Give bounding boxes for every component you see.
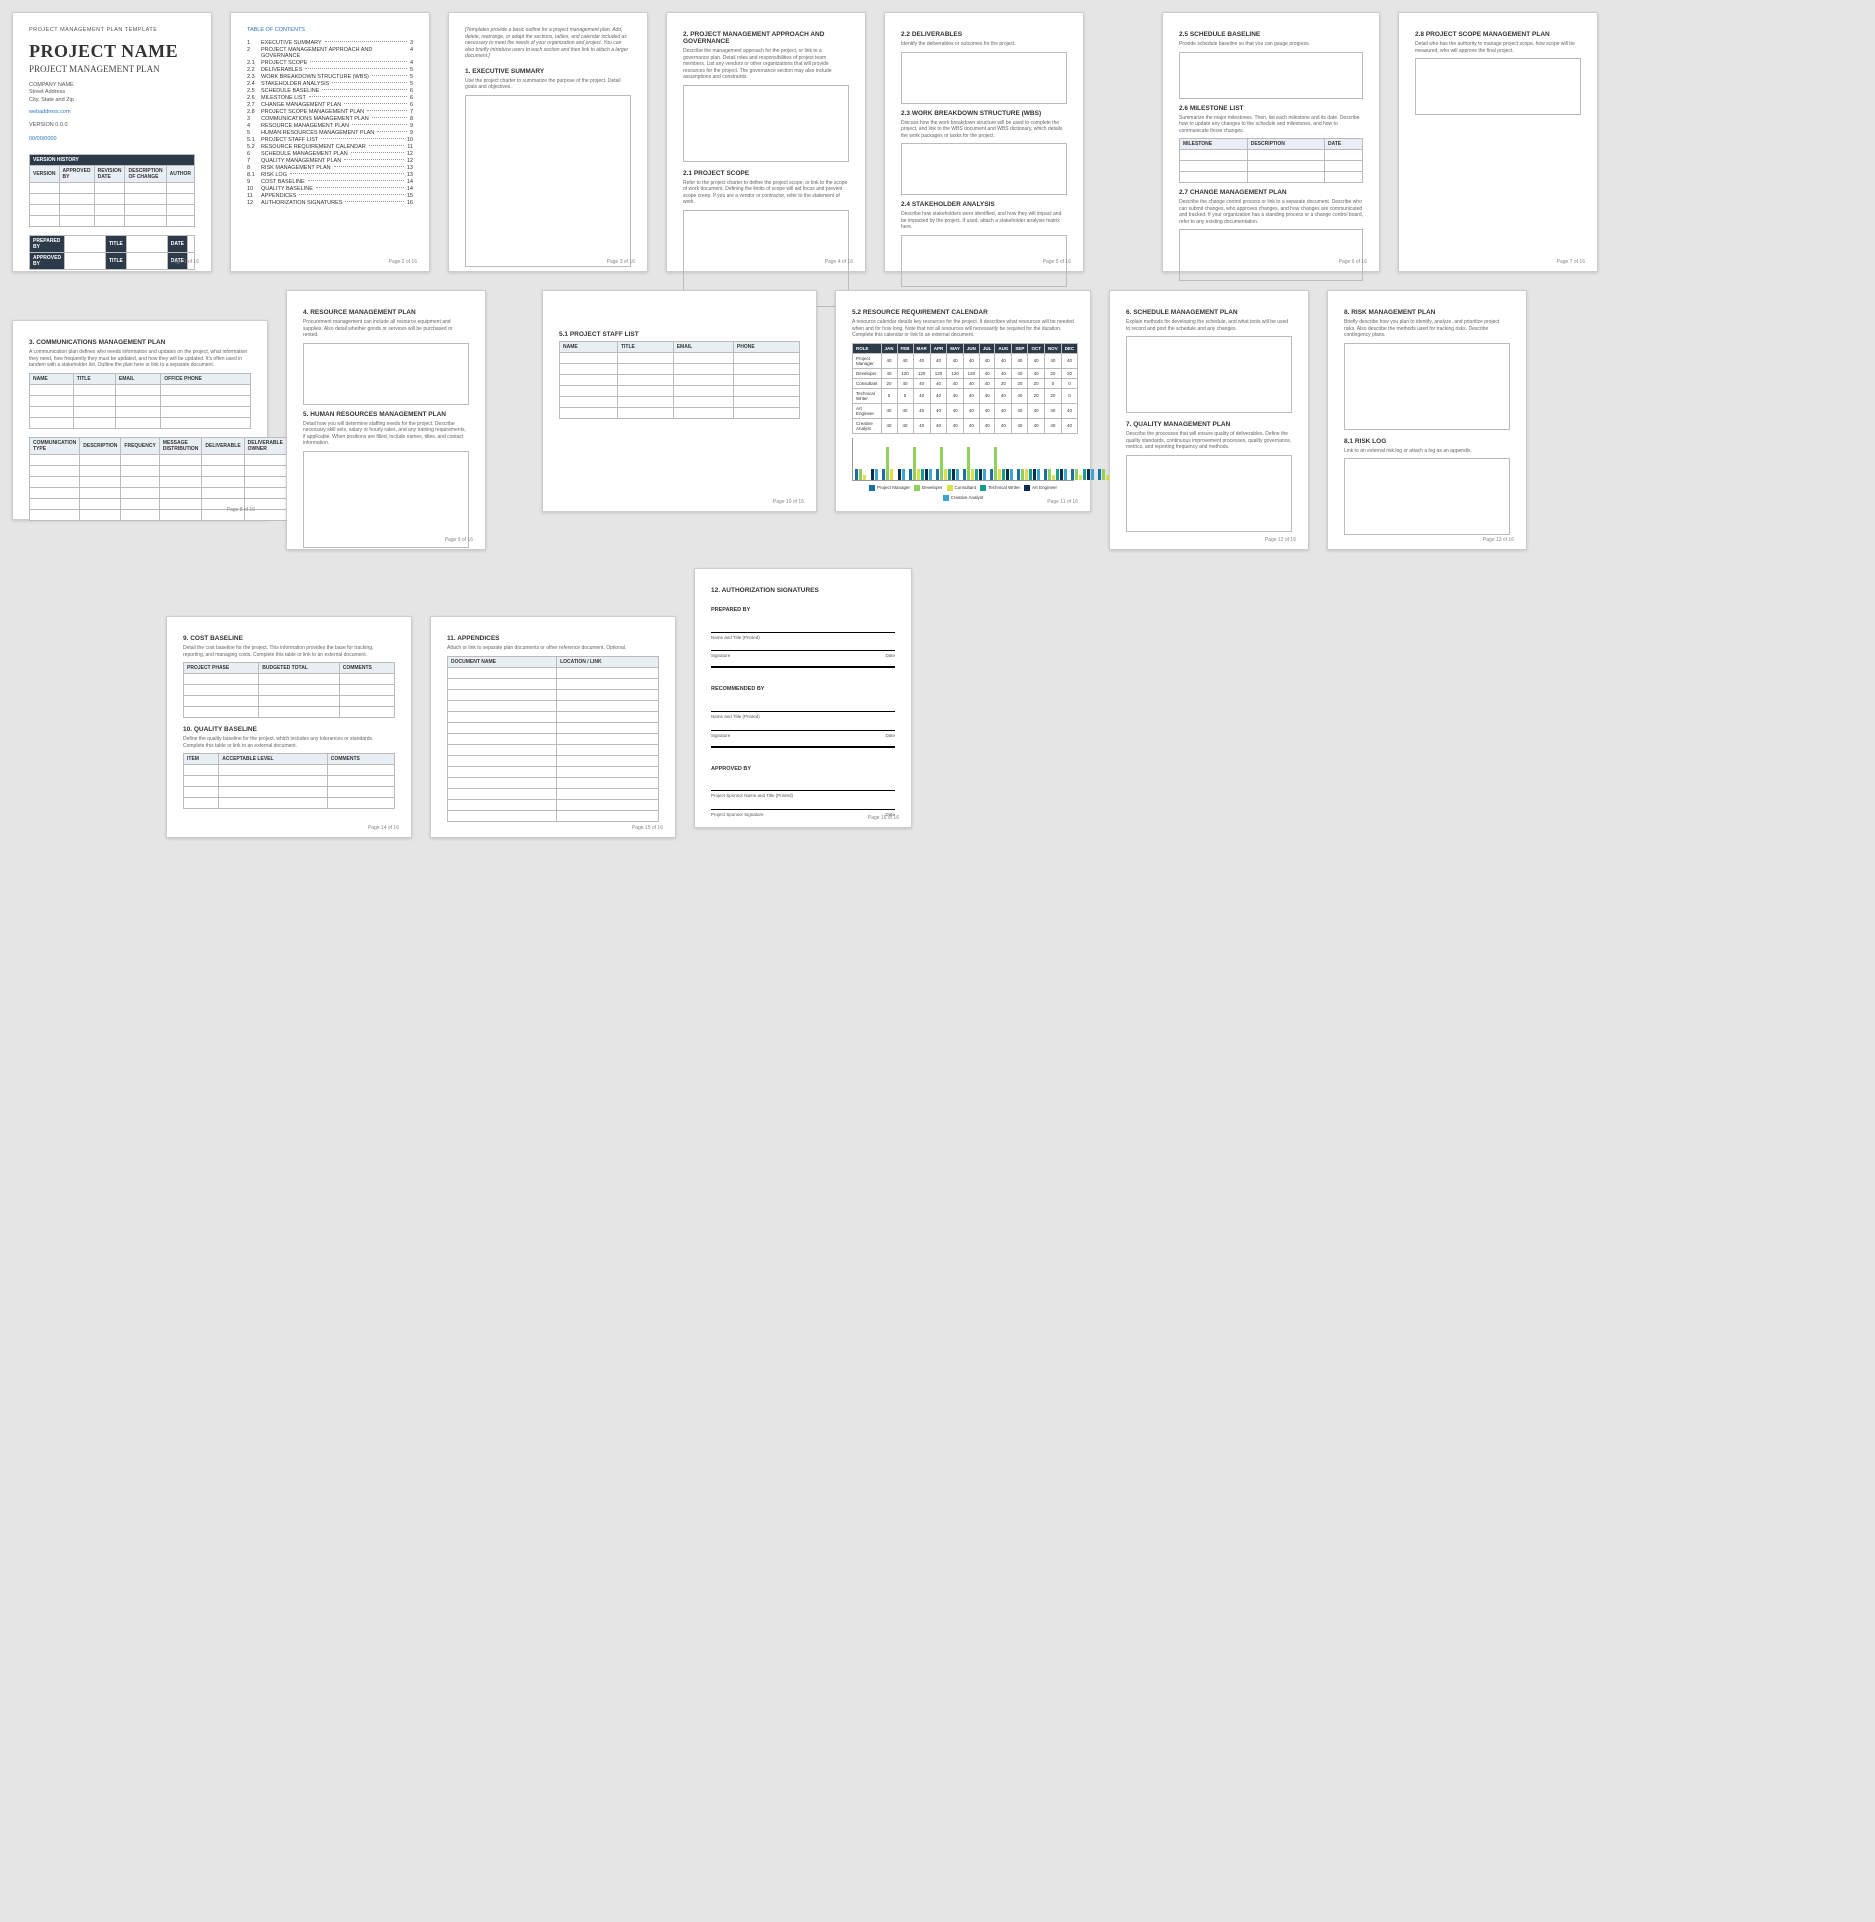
template-label: PROJECT MANAGEMENT PLAN TEMPLATE <box>29 27 195 35</box>
staff-table: NAMETITLEEMAILPHONE <box>559 341 800 419</box>
toc-item[interactable]: 5HUMAN RESOURCES MANAGEMENT PLAN9 <box>247 130 413 136</box>
toc-item[interactable]: 5.2RESOURCE REQUIREMENT CALENDAR11 <box>247 144 413 150</box>
page-15: 11. APPENDICES Attach or link to separat… <box>430 616 676 838</box>
page-footer: Page 1 of 16 <box>171 259 199 265</box>
cost-table: PROJECT PHASEBUDGETED TOTALCOMMENTS <box>183 662 395 718</box>
project-title: PROJECT NAME <box>29 41 195 62</box>
page-10: 5.1 PROJECT STAFF LIST NAMETITLEEMAILPHO… <box>542 290 817 512</box>
toc-item[interactable]: 4RESOURCE MANAGEMENT PLAN9 <box>247 123 413 129</box>
toc-item[interactable]: 2.7CHANGE MANAGEMENT PLAN6 <box>247 102 413 108</box>
appendix-table: DOCUMENT NAMELOCATION / LINK <box>447 656 659 822</box>
milestone-table: MILESTONEDESCRIPTIONDATE <box>1179 138 1363 183</box>
toc-item[interactable]: 2.2DELIVERABLES5 <box>247 67 413 73</box>
page-5: 2.2 DELIVERABLES Identify the deliverabl… <box>884 12 1084 272</box>
toc-item[interactable]: 5.1PROJECT STAFF LIST10 <box>247 137 413 143</box>
resource-table: ROLEJANFEBMARAPRMAYJUNJULAUGSEPOCTNOVDEC… <box>852 343 1078 434</box>
page-1: PROJECT MANAGEMENT PLAN TEMPLATE PROJECT… <box>12 12 212 272</box>
toc-item[interactable]: 10QUALITY BASELINE14 <box>247 186 413 192</box>
stakeholder-table: NAMETITLEEMAILOFFICE PHONE <box>29 373 251 429</box>
version-history-table: VERSION HISTORY VERSIONAPPROVED BYREVISI… <box>29 154 195 227</box>
toc-item[interactable]: 7QUALITY MANAGEMENT PLAN12 <box>247 158 413 164</box>
resource-chart <box>852 438 1074 482</box>
web: webaddress.com <box>29 109 195 117</box>
toc-item[interactable]: 12AUTHORIZATION SIGNATURES16 <box>247 200 413 206</box>
toc-item[interactable]: 1EXECUTIVE SUMMARY3 <box>247 40 413 46</box>
page-9: 4. RESOURCE MANAGEMENT PLAN Procurement … <box>286 290 486 550</box>
toc-item[interactable]: 2.5SCHEDULE BASELINE6 <box>247 88 413 94</box>
chart-legend: Project ManagerDeveloperConsultantTechni… <box>852 485 1074 501</box>
page-8: 3. COMMUNICATIONS MANAGEMENT PLAN A comm… <box>12 320 268 520</box>
addr2: City, State and Zip <box>29 97 195 105</box>
page-16: 12. AUTHORIZATION SIGNATURES PREPARED BY… <box>694 568 912 828</box>
page-14: 9. COST BASELINE Detail the cost baselin… <box>166 616 412 838</box>
toc-item[interactable]: 2.8PROJECT SCOPE MANAGEMENT PLAN7 <box>247 109 413 115</box>
page-wall: PROJECT MANAGEMENT PLAN TEMPLATE PROJECT… <box>0 0 1875 850</box>
page-3: [Templates provide a basic outline for a… <box>448 12 648 272</box>
toc-item[interactable]: 2PROJECT MANAGEMENT APPROACH AND GOVERNA… <box>247 47 413 59</box>
toc-item[interactable]: 2.1PROJECT SCOPE4 <box>247 60 413 66</box>
toc-item[interactable]: 9COST BASELINE14 <box>247 179 413 185</box>
toc-item[interactable]: 2.6MILESTONE LIST6 <box>247 95 413 101</box>
template-intro: [Templates provide a basic outline for a… <box>465 27 631 60</box>
page-6: 2.5 SCHEDULE BASELINE Provide schedule b… <box>1162 12 1380 272</box>
toc-item[interactable]: 11APPENDICES15 <box>247 193 413 199</box>
page-2: TABLE OF CONTENTS 1EXECUTIVE SUMMARY32PR… <box>230 12 430 272</box>
toc-item[interactable]: 8RISK MANAGEMENT PLAN13 <box>247 165 413 171</box>
page-13: 8. RISK MANAGEMENT PLAN Briefly describe… <box>1327 290 1527 550</box>
page-7: 2.8 PROJECT SCOPE MANAGEMENT PLAN Detail… <box>1398 12 1598 272</box>
addr1: Street Address <box>29 89 195 97</box>
company-name: COMPANY NAME <box>29 82 195 90</box>
toc-item[interactable]: 3COMMUNICATIONS MANAGEMENT PLAN8 <box>247 116 413 122</box>
toc-item[interactable]: 6SCHEDULE MANAGEMENT PLAN12 <box>247 151 413 157</box>
toc-body: 1EXECUTIVE SUMMARY32PROJECT MANAGEMENT A… <box>247 39 413 207</box>
version: VERSION 0.0.0 <box>29 122 195 130</box>
date: 00/00/0000 <box>29 136 195 144</box>
project-subtitle: PROJECT MANAGEMENT PLAN <box>29 64 195 74</box>
exec-summary-box[interactable] <box>465 95 631 267</box>
toc-item[interactable]: 2.3WORK BREAKDOWN STRUCTURE (WBS)5 <box>247 74 413 80</box>
quality-table: ITEMACCEPTABLE LEVELCOMMENTS <box>183 753 395 809</box>
toc-title: TABLE OF CONTENTS <box>247 27 413 35</box>
toc-item[interactable]: 8.1RISK LOG13 <box>247 172 413 178</box>
page-12: 6. SCHEDULE MANAGEMENT PLAN Explain meth… <box>1109 290 1309 550</box>
toc-item[interactable]: 2.4STAKEHOLDER ANALYSIS5 <box>247 81 413 87</box>
page-4: 2. PROJECT MANAGEMENT APPROACH AND GOVER… <box>666 12 866 272</box>
page-11: 5.2 RESOURCE REQUIREMENT CALENDAR A reso… <box>835 290 1091 512</box>
